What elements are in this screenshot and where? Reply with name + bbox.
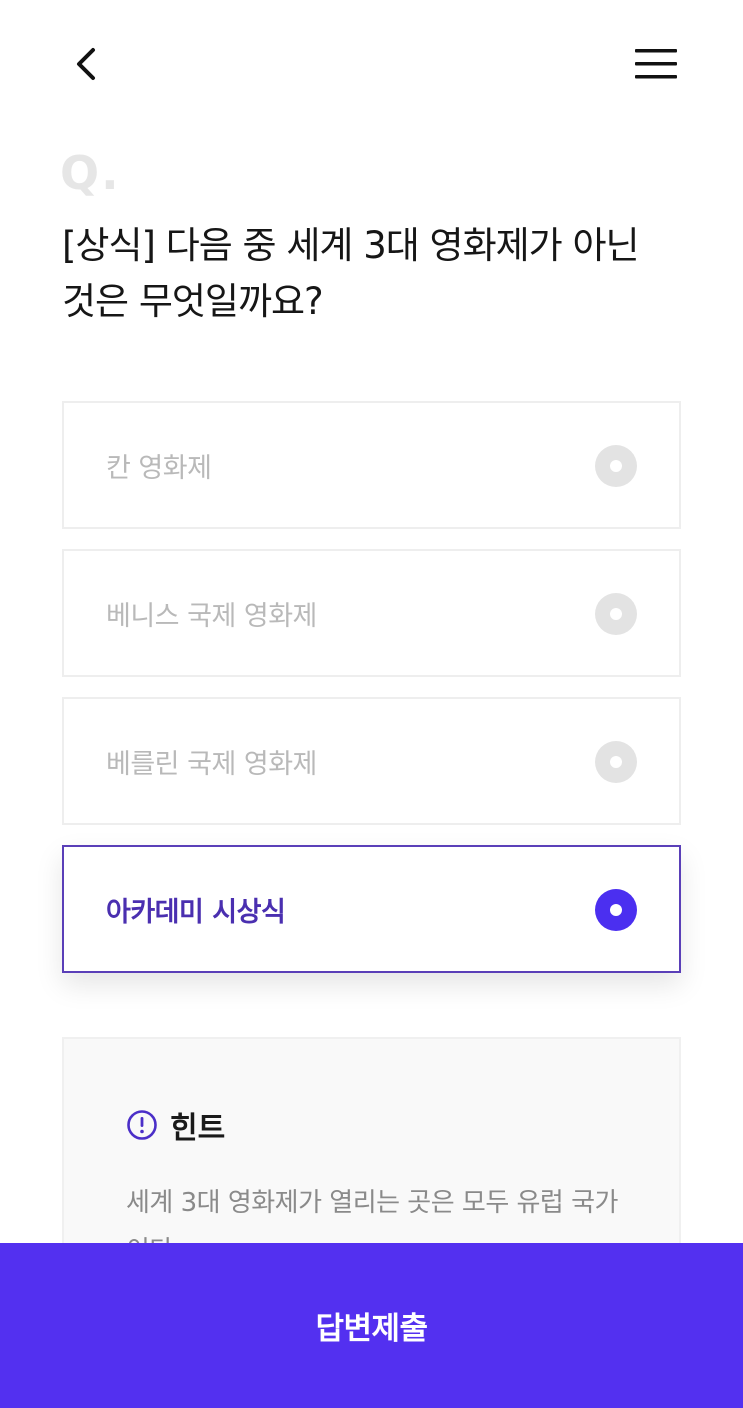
radio-icon[interactable] [595,741,637,783]
back-button[interactable] [58,36,114,92]
option-4-selected[interactable]: 아카데미 시상식 [62,845,681,973]
quiz-screen: Q. [상식] 다음 중 세계 3대 영화제가 아닌 것은 무엇일까요? 칸 영… [0,0,743,1408]
option-label: 베를린 국제 영화제 [106,748,317,780]
option-label: 칸 영화제 [106,452,212,484]
radio-icon[interactable] [595,593,637,635]
radio-icon[interactable] [595,445,637,487]
question-text: [상식] 다음 중 세계 3대 영화제가 아닌 것은 무엇일까요? [62,224,640,323]
option-1[interactable]: 칸 영화제 [62,401,681,529]
radio-selected-icon[interactable] [595,889,637,931]
hint-header: 힌트 [126,1103,225,1147]
option-label: 아카데미 시상식 [106,896,286,928]
option-2[interactable]: 베니스 국제 영화제 [62,549,681,677]
option-label: 베니스 국제 영화제 [106,600,317,632]
menu-button[interactable] [626,36,686,92]
chevron-left-icon [77,48,95,80]
hint-title: 힌트 [170,1111,226,1146]
exclamation-circle-icon [127,1110,157,1140]
hamburger-menu-icon [635,49,677,79]
top-bar [0,0,743,125]
answer-options: 칸 영화제 베니스 국제 영화제 베를린 국제 영화제 아카데미 시상식 [62,401,681,993]
submit-answer-button[interactable]: 답변제출 [0,1243,743,1408]
option-3[interactable]: 베를린 국제 영화제 [62,697,681,825]
question-marker: Q. [60,146,121,200]
submit-label: 답변제출 [315,1311,428,1347]
